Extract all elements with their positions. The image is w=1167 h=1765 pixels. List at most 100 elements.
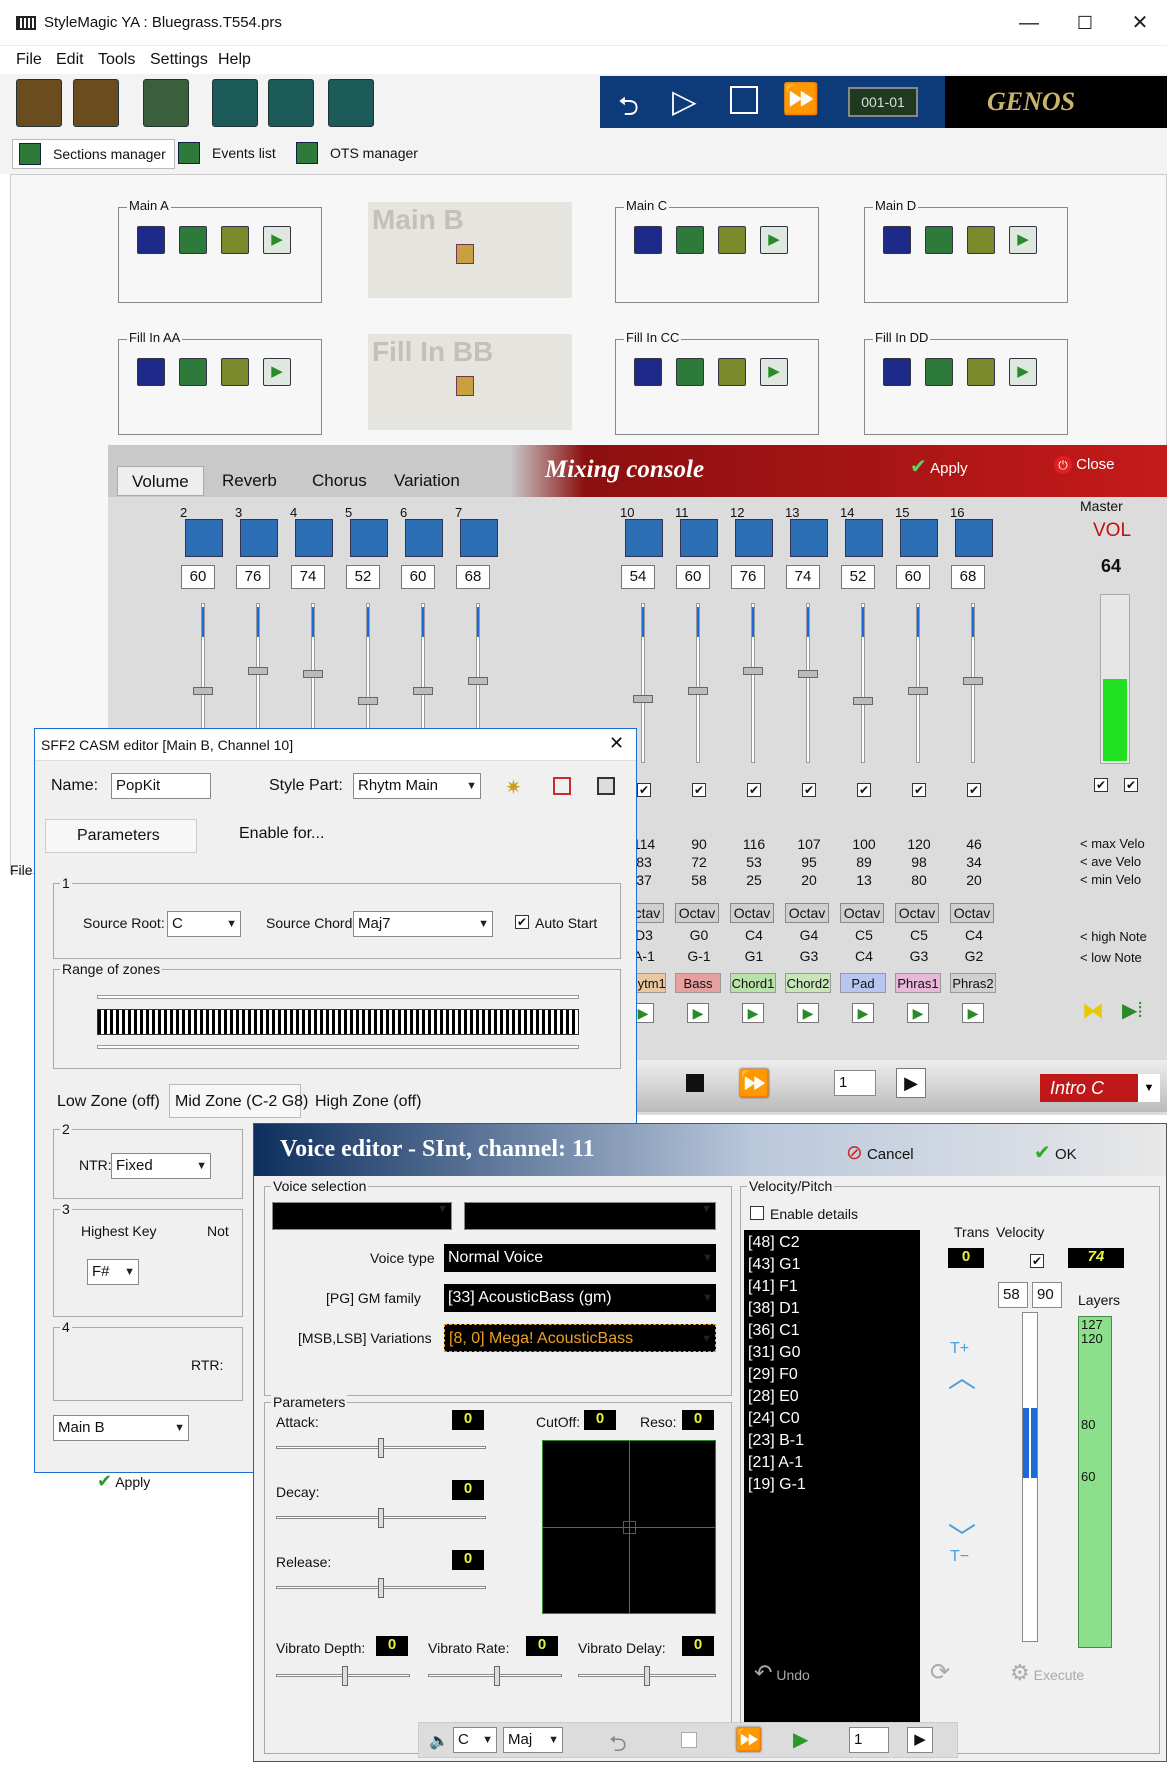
execute-button[interactable]: ⚙ Execute (1010, 1660, 1084, 1686)
bar-input[interactable]: 1 (834, 1070, 876, 1096)
octave-button[interactable]: Octav (785, 903, 829, 923)
vibrato-rate-slider[interactable] (428, 1664, 562, 1690)
channel-enable-checkbox[interactable]: ✔ (747, 783, 761, 797)
stop-icon[interactable] (681, 1732, 697, 1748)
enable-details-checkbox[interactable] (750, 1206, 764, 1220)
instrument-icon[interactable] (790, 519, 828, 557)
section-main-b[interactable]: Main B (368, 202, 572, 298)
play-icon[interactable]: ▶ (907, 1003, 929, 1023)
octave-button[interactable]: Octav (730, 903, 774, 923)
play-icon[interactable]: ▷ (672, 82, 697, 120)
play-icon[interactable]: ▶ (797, 1003, 819, 1023)
high-range-slider[interactable] (97, 995, 579, 999)
undo-button[interactable]: ↶ Undo (754, 1660, 810, 1686)
play-icon[interactable]: ▶ (742, 1003, 764, 1023)
tab-events-list[interactable]: Events list (172, 139, 284, 169)
save-icon[interactable] (634, 226, 662, 254)
voice-category-select[interactable] (464, 1202, 716, 1230)
filter-pad[interactable] (542, 1440, 716, 1614)
highest-key-select[interactable]: F# (87, 1259, 139, 1285)
master-check-2[interactable]: ✔ (1124, 778, 1138, 792)
source-chord-select[interactable]: Maj7 (353, 911, 493, 937)
instrument-icon[interactable] (955, 519, 993, 557)
export-smf-icon[interactable] (143, 79, 189, 127)
note-list-item[interactable]: [43] G1 (748, 1254, 916, 1276)
piano-roll-icon[interactable] (718, 226, 746, 254)
volume-value[interactable]: 76 (731, 565, 765, 589)
piano-roll-icon[interactable] (718, 358, 746, 386)
velocity-low-input[interactable]: 58 (998, 1282, 1028, 1308)
section-fill-in-bb[interactable]: Fill In BB (368, 334, 572, 430)
piano-roll-icon[interactable] (221, 226, 249, 254)
note-list-item[interactable]: [48] C2 (748, 1232, 916, 1254)
octave-button[interactable]: Octav (840, 903, 884, 923)
instrument-icon[interactable] (460, 519, 498, 557)
apply-button[interactable]: ✔ Apply (910, 454, 968, 479)
refresh-icon[interactable]: ⟳ (930, 1658, 950, 1687)
maximize-button[interactable]: ☐ (1060, 6, 1110, 40)
channel-enable-checkbox[interactable]: ✔ (692, 783, 706, 797)
save-icon[interactable] (137, 226, 165, 254)
instrument-icon[interactable] (735, 519, 773, 557)
chord-select[interactable]: Maj (503, 1727, 563, 1753)
instrument-icon[interactable] (185, 519, 223, 557)
volume-value[interactable]: 60 (181, 565, 215, 589)
menu-edit[interactable]: Edit (56, 51, 84, 69)
tab-volume[interactable]: Volume (117, 466, 204, 496)
tab-variation[interactable]: Variation (380, 466, 474, 496)
cancel-button[interactable]: ⊘ Cancel (846, 1140, 914, 1165)
instrument-icon[interactable] (350, 519, 388, 557)
mixer-icon[interactable] (268, 79, 314, 127)
velocity-range-slider[interactable] (1008, 1312, 1052, 1652)
section-fill-in-aa[interactable]: Fill In AA ▶ (118, 330, 322, 435)
auto-start-checkbox[interactable]: ✔ (515, 915, 529, 929)
low-range-slider[interactable] (97, 1045, 579, 1049)
piano-roll-icon[interactable] (221, 358, 249, 386)
close-icon[interactable]: ✕ (609, 733, 624, 754)
play-icon[interactable]: ▶ (793, 1727, 808, 1752)
play-icon[interactable]: ▶ (852, 1003, 874, 1023)
note-list-item[interactable]: [24] C0 (748, 1408, 916, 1430)
tab-low-zone[interactable]: Low Zone (off) (57, 1093, 160, 1111)
vibrato-delay-slider[interactable] (578, 1664, 716, 1690)
volume-value[interactable]: 52 (346, 565, 380, 589)
notes-icon[interactable] (925, 226, 953, 254)
volume-value[interactable]: 74 (786, 565, 820, 589)
volume-fader[interactable] (903, 603, 933, 773)
volume-value[interactable]: 68 (951, 565, 985, 589)
section-select[interactable]: Main B (53, 1415, 189, 1441)
decay-slider[interactable] (276, 1506, 486, 1532)
save-icon[interactable] (883, 358, 911, 386)
note-list-item[interactable]: [23] B-1 (748, 1430, 916, 1452)
octave-button[interactable]: Octav (675, 903, 719, 923)
octave-button[interactable]: Octav (950, 903, 994, 923)
notes-icon[interactable] (179, 226, 207, 254)
attack-slider[interactable] (276, 1436, 486, 1462)
tab-ots-manager[interactable]: OTS manager (290, 139, 426, 169)
solo-icon[interactable]: ⧓ (1082, 998, 1104, 1024)
play-all-icon[interactable]: ▶⁞ (1122, 998, 1143, 1023)
section-select[interactable]: Intro C ▼ (1040, 1074, 1160, 1102)
volume-fader[interactable] (683, 603, 713, 773)
velocity-checkbox[interactable]: ✔ (1030, 1254, 1044, 1268)
voice-bank-select[interactable] (272, 1202, 452, 1230)
volume-value[interactable]: 60 (676, 565, 710, 589)
volume-fader[interactable] (793, 603, 823, 773)
instrument-icon[interactable] (240, 519, 278, 557)
note-list-item[interactable]: [36] C1 (748, 1320, 916, 1342)
name-input[interactable]: PopKit (111, 773, 211, 799)
note-list-item[interactable]: [28] E0 (748, 1386, 916, 1408)
open-icon[interactable] (16, 79, 62, 127)
piano-roll-icon[interactable] (967, 358, 995, 386)
stop-icon[interactable] (730, 86, 758, 114)
master-check-1[interactable]: ✔ (1094, 778, 1108, 792)
return-icon[interactable]: ⮌ (618, 88, 639, 132)
crosshair-icon[interactable] (623, 1521, 636, 1534)
play-icon[interactable]: ▶ (760, 358, 788, 386)
volume-value[interactable]: 54 (621, 565, 655, 589)
menu-help[interactable]: Help (218, 51, 251, 69)
menu-tools[interactable]: Tools (98, 51, 135, 69)
instrument-icon[interactable] (212, 79, 258, 127)
notes-icon[interactable] (925, 358, 953, 386)
go-icon[interactable]: ▶ (907, 1727, 933, 1753)
